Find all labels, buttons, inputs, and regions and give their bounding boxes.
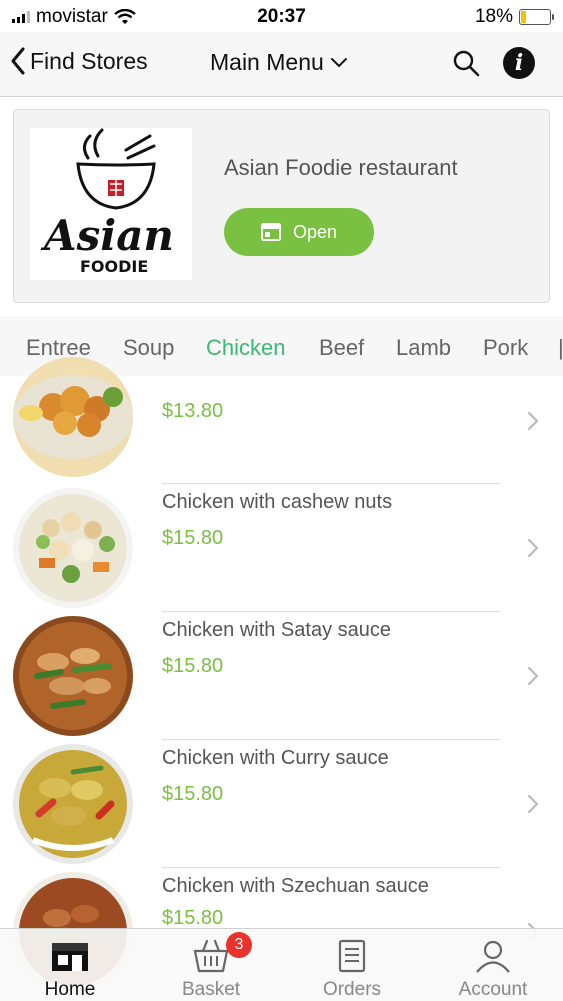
basket-icon	[193, 939, 229, 973]
store-card: Asian FOODIE Asian Foodie restaurant Ope…	[13, 109, 550, 303]
open-label: Open	[292, 221, 338, 242]
main-menu-dropdown[interactable]: Main Menu	[210, 49, 348, 76]
basket-count-badge: 3	[226, 932, 252, 958]
store-status-icon	[260, 223, 281, 241]
menu-item[interactable]: Chicken with Curry sauce $15.80	[0, 741, 563, 869]
item-name: Chicken with Szechuan sauce	[162, 875, 429, 897]
account-icon	[476, 940, 510, 973]
bottom-tab-bar: Home Basket Orders Account	[0, 928, 563, 1001]
tab-pork[interactable]: Pork	[483, 335, 528, 361]
tab-more[interactable]: |	[558, 335, 563, 361]
menu-item[interactable]: Chicken with cashew nuts $15.80	[0, 485, 563, 613]
tab-basket[interactable]: Basket	[141, 929, 281, 1001]
tab-beef[interactable]: Beef	[319, 335, 364, 361]
back-label: Find Stores	[30, 47, 148, 74]
divider	[162, 611, 500, 612]
item-name: Chicken with Curry sauce	[162, 747, 389, 769]
battery-percent: 18%	[474, 6, 513, 27]
item-price: $15.80	[162, 907, 224, 929]
dish-photo	[13, 744, 133, 864]
store-logo: Asian FOODIE	[30, 128, 192, 280]
open-status-button[interactable]: Open	[224, 208, 374, 256]
item-name: Chicken with Satay sauce	[162, 619, 392, 641]
item-name: Chicken with cashew nuts	[162, 491, 393, 513]
logo-text: Asian	[40, 211, 174, 260]
item-price: $15.80	[162, 527, 224, 549]
battery-icon	[519, 9, 554, 25]
tab-account[interactable]: Account	[423, 929, 563, 1001]
chevron-right-icon	[527, 794, 539, 814]
tab-basket-label: Basket	[181, 979, 241, 1000]
back-button[interactable]: Find Stores	[10, 46, 148, 76]
tab-lamb[interactable]: Lamb	[396, 335, 451, 361]
chevron-left-icon	[11, 47, 25, 75]
tab-orders-label: Orders	[322, 979, 382, 1000]
chevron-right-icon	[527, 666, 539, 686]
tab-home-label: Home	[44, 979, 96, 1000]
chevron-down-icon	[330, 57, 347, 67]
tab-home[interactable]: Home	[0, 929, 140, 1001]
divider	[162, 739, 500, 740]
page-title: Main Menu	[210, 49, 324, 75]
store-name: Asian Foodie restaurant	[224, 155, 458, 180]
tab-chicken[interactable]: Chicken	[206, 335, 285, 361]
orders-icon	[338, 939, 366, 973]
divider	[162, 483, 500, 484]
dish-photo	[13, 616, 133, 736]
dish-photo	[13, 488, 133, 608]
navigation-bar: Find Stores Main Menu i	[0, 32, 563, 97]
battery-group: 18%	[474, 6, 554, 28]
dish-photo	[13, 357, 133, 477]
chevron-right-icon	[527, 538, 539, 558]
tab-orders[interactable]: Orders	[282, 929, 422, 1001]
item-price: $15.80	[162, 655, 224, 677]
tab-account-label: Account	[458, 979, 528, 1000]
svg-text:FOODIE: FOODIE	[80, 257, 148, 276]
menu-item[interactable]: Chicken with Satay sauce $15.80	[0, 613, 563, 741]
tab-soup[interactable]: Soup	[123, 335, 174, 361]
info-icon[interactable]: i	[503, 47, 535, 79]
divider	[162, 867, 500, 868]
status-bar: movistar 20:37 18%	[0, 0, 563, 32]
chevron-right-icon	[527, 411, 539, 431]
store-icon	[52, 943, 88, 971]
item-price: $13.80	[162, 400, 224, 422]
item-price: $15.80	[162, 783, 224, 805]
search-icon[interactable]	[452, 49, 480, 77]
